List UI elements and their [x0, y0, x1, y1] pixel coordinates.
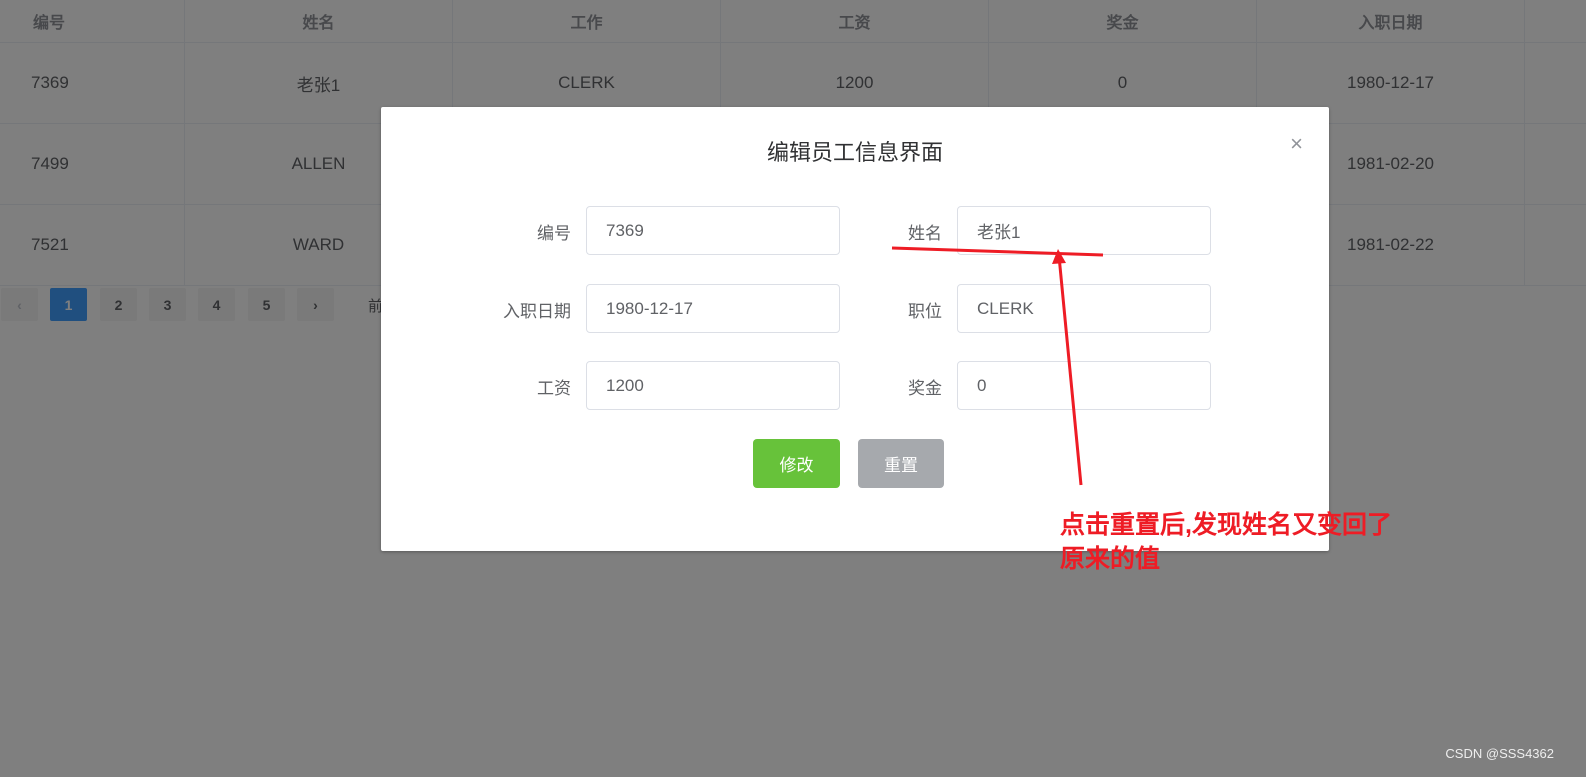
watermark: CSDN @SSS4362 [1445, 746, 1554, 761]
underline-mark [891, 246, 1104, 257]
arrow-shaft [1057, 255, 1083, 486]
arrow-head-icon [1052, 249, 1066, 264]
annotation-line-1: 点击重置后,发现姓名又变回了 [1060, 511, 1392, 539]
annotation-arrow [891, 246, 1104, 486]
annotation-line-2: 原来的值 [1060, 545, 1161, 573]
annotation-text: 点击重置后,发现姓名又变回了 原来的值 [1060, 508, 1460, 576]
